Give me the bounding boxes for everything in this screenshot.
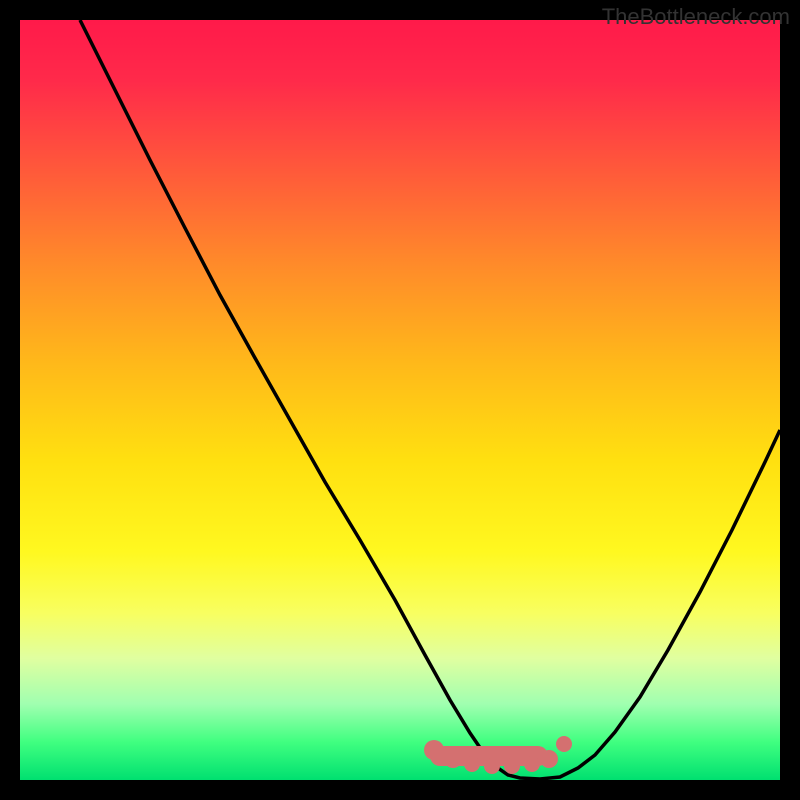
- highlight-dot-left: [424, 740, 444, 760]
- highlight-dot-5: [504, 758, 520, 774]
- highlight-dot-3: [464, 756, 480, 772]
- highlight-dot-4: [484, 758, 500, 774]
- highlight-dot-2: [444, 750, 462, 768]
- highlight-dot-7: [540, 750, 558, 768]
- curve-line: [80, 20, 780, 779]
- highlight-dot-right: [556, 736, 572, 752]
- chart-curve: [20, 20, 780, 780]
- watermark-text: TheBottleneck.com: [602, 4, 790, 30]
- highlight-dot-6: [524, 756, 540, 772]
